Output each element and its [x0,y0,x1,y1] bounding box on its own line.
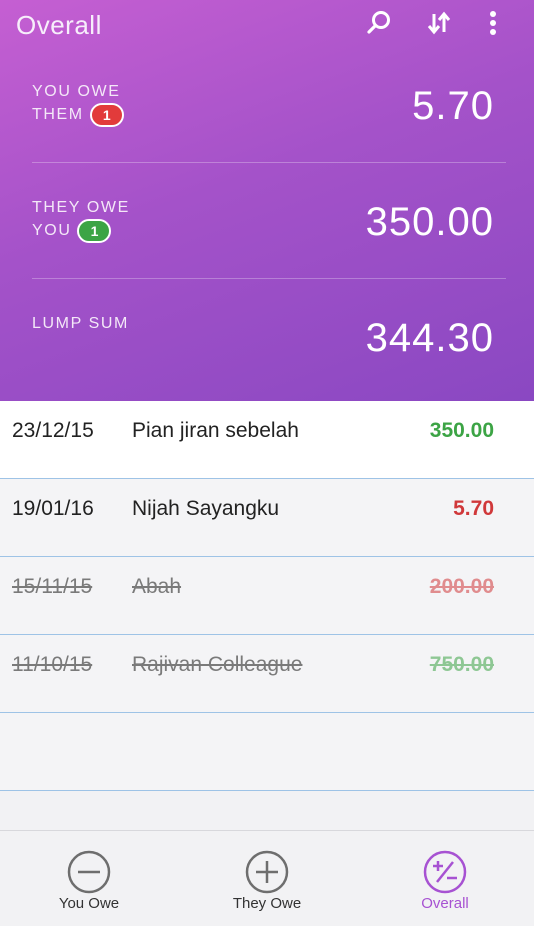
transaction-name: Rajivan Colleague [132,653,303,676]
tab-you-owe[interactable]: You Owe [0,831,178,926]
you-owe-label: YOU OWE THEM 1 [32,80,124,127]
transaction-row[interactable]: 11/10/15 Rajivan Colleague 750.00 [0,635,534,713]
they-owe-label-line1: THEY OWE [32,199,130,216]
plus-circle-icon [244,849,290,895]
minus-circle-icon [66,849,112,895]
transaction-name: Pian jiran sebelah [132,419,299,442]
more-vertical-icon[interactable] [476,6,510,40]
sort-icon[interactable] [422,6,456,40]
they-owe-value: 350.00 [365,200,494,244]
transaction-amount: 5.70 [453,497,494,520]
you-owe-count-badge: 1 [89,103,124,127]
they-owe-label-line2: YOU [32,222,72,240]
transaction-list: 23/12/15 Pian jiran sebelah 350.00 19/01/16… [0,401,534,791]
tab-label: Overall [421,895,469,912]
summary-divider [32,162,506,163]
you-owe-label-line2: THEM [32,106,84,124]
transaction-date: 15/11/15 [12,575,93,598]
transaction-row[interactable]: 19/01/16 Nijah Sayangku 5.70 [0,479,534,557]
search-icon[interactable] [362,6,396,40]
lump-sum-label: LUMP SUM [32,315,129,332]
tab-label: They Owe [232,895,302,912]
transaction-date: 19/01/16 [12,497,94,520]
they-owe-count-badge: 1 [77,219,112,243]
lump-sum-value: 344.30 [365,316,494,360]
transaction-date: 23/12/15 [12,419,94,442]
page-title: Overall [16,10,102,40]
transaction-amount: 350.00 [429,419,494,442]
transaction-date: 11/10/15 [12,653,93,676]
summary-header: Overall YOU OWE THEM 1 5.70 THEY OWE YOU 1… [0,0,534,401]
empty-row [0,713,534,791]
tab-bar: You Owe They Owe Overall [0,830,534,926]
plus-minus-circle-icon [422,849,468,895]
transaction-amount: 200.00 [429,575,494,598]
you-owe-label-line1: YOU OWE [32,83,121,100]
transaction-name: Abah [132,575,182,598]
tab-they-owe[interactable]: They Owe [178,831,356,926]
transaction-amount: 750.00 [429,653,494,676]
summary-divider [32,278,506,279]
transaction-name: Nijah Sayangku [132,497,280,520]
they-owe-label: THEY OWE YOU 1 [32,196,130,243]
tab-overall[interactable]: Overall [356,831,534,926]
tab-label: You Owe [58,895,120,912]
transaction-row[interactable]: 15/11/15 Abah 200.00 [0,557,534,635]
transaction-row[interactable]: 23/12/15 Pian jiran sebelah 350.00 [0,401,534,479]
you-owe-value: 5.70 [412,84,494,128]
